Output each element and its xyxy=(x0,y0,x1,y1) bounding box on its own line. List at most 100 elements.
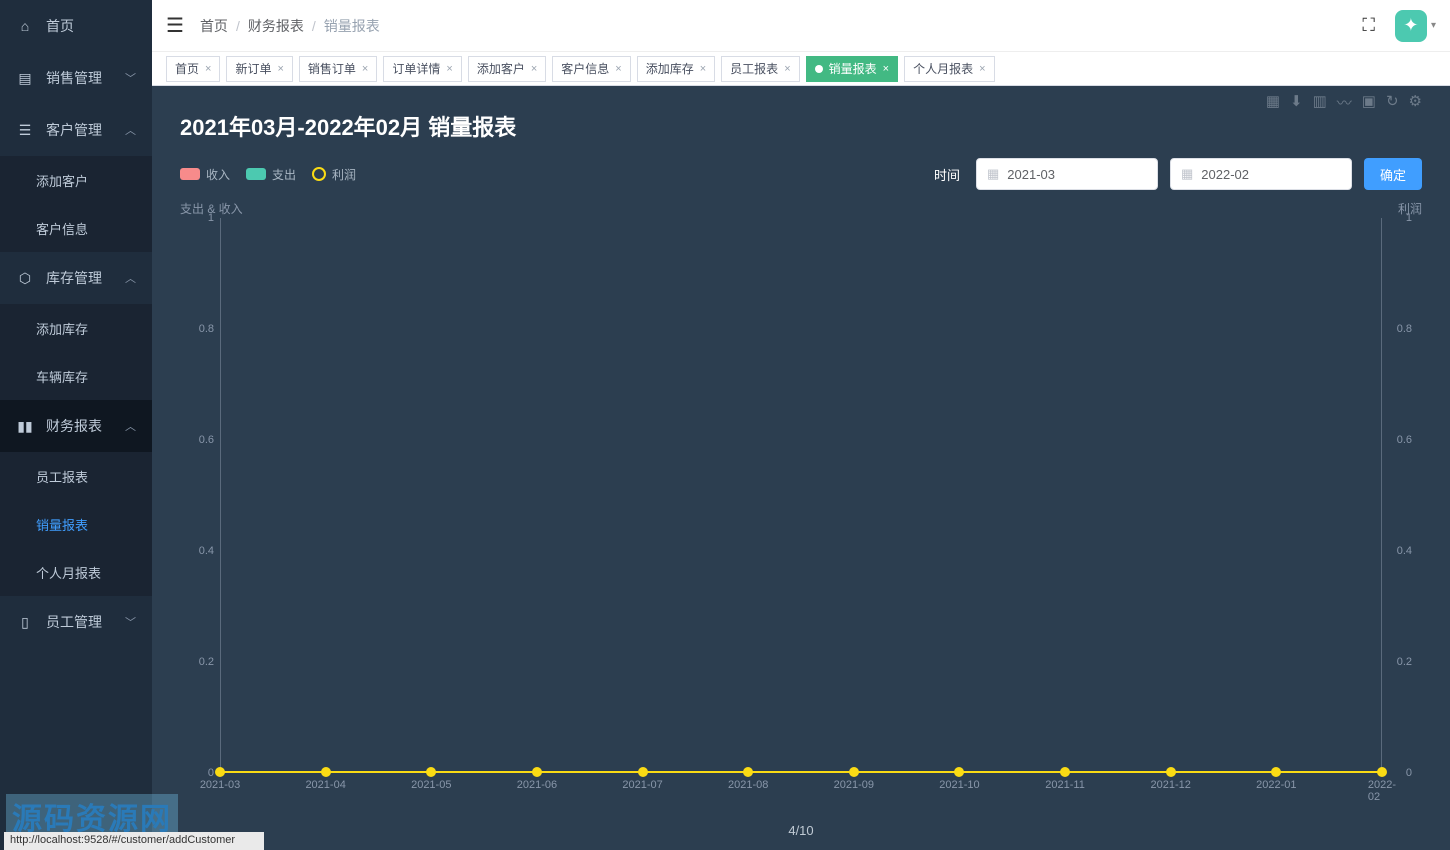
confirm-button[interactable]: 确定 xyxy=(1364,158,1422,190)
stock-icon: ⬡ xyxy=(16,270,34,287)
close-icon[interactable]: × xyxy=(615,63,621,75)
date-start-input[interactable]: ▦ 2021-03 xyxy=(976,158,1158,190)
date-value: 2022-02 xyxy=(1201,167,1249,182)
tab-新订单[interactable]: 新订单 × xyxy=(226,56,292,82)
close-icon[interactable]: × xyxy=(979,63,985,75)
legend-income[interactable]: 收入 xyxy=(180,166,230,183)
data-point xyxy=(849,767,859,777)
hamburger-icon[interactable]: ☰ xyxy=(166,13,184,38)
fullscreen-icon[interactable]: ⛶ xyxy=(1358,11,1379,40)
settings-icon[interactable]: ⚙ xyxy=(1409,92,1422,113)
finance-icon: ▮▮ xyxy=(16,418,34,435)
x-tick: 2021-03 xyxy=(200,779,240,791)
nav-label: 客户管理 xyxy=(46,120,102,140)
nav-vehicle-stock[interactable]: 车辆库存 xyxy=(0,352,152,400)
x-tick: 2021-10 xyxy=(939,779,979,791)
legend-label: 利润 xyxy=(332,166,356,183)
close-icon[interactable]: × xyxy=(531,63,537,75)
data-point xyxy=(1060,767,1070,777)
nav-personal-monthly[interactable]: 个人月报表 xyxy=(0,548,152,596)
close-icon[interactable]: × xyxy=(700,63,706,75)
x-tick: 2021-07 xyxy=(622,779,662,791)
chevron-up-icon: ︿ xyxy=(125,270,136,286)
x-tick: 2021-08 xyxy=(728,779,768,791)
profit-line xyxy=(220,771,1382,773)
data-point xyxy=(1166,767,1176,777)
nav-home[interactable]: ⌂ 首页 xyxy=(0,0,152,52)
data-view-icon[interactable]: ▦ xyxy=(1266,92,1280,113)
close-icon[interactable]: × xyxy=(205,63,211,75)
breadcrumb-home[interactable]: 首页 xyxy=(200,16,228,36)
x-tick: 2021-04 xyxy=(305,779,345,791)
close-icon[interactable]: × xyxy=(883,63,889,75)
stack-icon[interactable]: ▣ xyxy=(1362,92,1376,113)
chevron-down-icon: ﹀ xyxy=(125,70,136,86)
data-point xyxy=(532,767,542,777)
nav-customer[interactable]: ☰ 客户管理 ︿ xyxy=(0,104,152,156)
nav-add-stock[interactable]: 添加库存 xyxy=(0,304,152,352)
x-tick: 2022-02 xyxy=(1368,779,1396,803)
page-title: 2021年03月-2022年02月 销量报表 xyxy=(180,110,1422,142)
tab-员工报表[interactable]: 员工报表 × xyxy=(721,56,799,82)
legend-expense[interactable]: 支出 xyxy=(246,166,296,183)
tab-个人月报表[interactable]: 个人月报表× xyxy=(904,56,994,82)
nav-add-customer[interactable]: 添加客户 xyxy=(0,156,152,204)
tab-label: 销量报表 xyxy=(829,60,877,77)
save-image-icon[interactable]: ⬇ xyxy=(1290,92,1303,113)
nav-label: 库存管理 xyxy=(46,268,102,288)
nav-label: 员工管理 xyxy=(46,612,102,632)
active-dot-icon xyxy=(815,65,823,73)
nav-sales-report[interactable]: 销量报表 xyxy=(0,500,152,548)
close-icon[interactable]: × xyxy=(362,63,368,75)
chart: 支出 & 收入 利润 000.20.20.40.40.60.60.80.811 … xyxy=(180,200,1422,815)
tab-label: 员工报表 xyxy=(730,60,778,77)
tab-添加库存[interactable]: 添加库存 × xyxy=(637,56,715,82)
close-icon[interactable]: × xyxy=(277,63,283,75)
nav-sales[interactable]: ▤ 销售管理 ﹀ xyxy=(0,52,152,104)
y-tick-right: 0.2 xyxy=(1397,656,1412,668)
nav-staff[interactable]: ▯ 员工管理 ﹀ xyxy=(0,596,152,648)
x-axis-labels: 2021-032021-042021-052021-062021-072021-… xyxy=(220,779,1382,795)
bar-chart-icon[interactable]: ▥ xyxy=(1313,92,1327,113)
sidebar: ⌂ 首页 ▤ 销售管理 ﹀ ☰ 客户管理 ︿ 添加客户 客户信息 ⬡ 库存管理 … xyxy=(0,0,152,850)
nav-customer-info[interactable]: 客户信息 xyxy=(0,204,152,252)
plot-area: 000.20.20.40.40.60.60.80.811 xyxy=(220,218,1382,773)
tab-添加客户[interactable]: 添加客户× xyxy=(468,56,546,82)
date-value: 2021-03 xyxy=(1007,167,1055,182)
y-tick-right: 0.4 xyxy=(1397,545,1412,557)
x-tick: 2021-05 xyxy=(411,779,451,791)
tab-label: 新订单 xyxy=(235,60,271,77)
nav-stock[interactable]: ⬡ 库存管理 ︿ xyxy=(0,252,152,304)
x-tick: 2022-01 xyxy=(1256,779,1296,791)
user-menu[interactable]: ✦ ▾ xyxy=(1395,10,1436,42)
data-point xyxy=(321,767,331,777)
close-icon[interactable]: × xyxy=(446,63,452,75)
legend-label: 支出 xyxy=(272,166,296,183)
dashboard-icon: ⌂ xyxy=(16,18,34,34)
tab-首页[interactable]: 首页 × xyxy=(166,56,220,82)
restore-icon[interactable]: ↻ xyxy=(1386,92,1399,113)
chevron-up-icon: ︿ xyxy=(125,418,136,434)
nav-staff-report[interactable]: 员工报表 xyxy=(0,452,152,500)
calendar-icon: ▦ xyxy=(1181,166,1193,182)
tab-label: 订单详情 xyxy=(392,60,440,77)
tab-订单详情[interactable]: 订单详情 × xyxy=(383,56,461,82)
tab-销量报表[interactable]: 销量报表 × xyxy=(806,56,898,82)
breadcrumb-section[interactable]: 财务报表 xyxy=(248,16,304,36)
customer-icon: ☰ xyxy=(16,122,34,139)
pager: 4/10 xyxy=(180,815,1422,842)
tab-销售订单[interactable]: 销售订单× xyxy=(299,56,377,82)
tab-客户信息[interactable]: 客户信息× xyxy=(552,56,630,82)
tabs: 首页×新订单×销售订单×订单详情×添加客户×客户信息×添加库存×员工报表×销量报… xyxy=(152,52,1450,86)
line-chart-icon[interactable]: 〰 xyxy=(1337,92,1352,113)
chevron-down-icon: ﹀ xyxy=(125,614,136,630)
tab-label: 首页 xyxy=(175,60,199,77)
nav-label: 添加客户 xyxy=(36,171,88,190)
close-icon[interactable]: × xyxy=(784,63,790,75)
tab-label: 添加库存 xyxy=(646,60,694,77)
date-end-input[interactable]: ▦ 2022-02 xyxy=(1170,158,1352,190)
legend-profit[interactable]: 利润 xyxy=(312,166,356,183)
swatch-expense xyxy=(246,168,266,180)
y-tick-left: 0 xyxy=(190,767,214,779)
nav-finance[interactable]: ▮▮ 财务报表 ︿ xyxy=(0,400,152,452)
